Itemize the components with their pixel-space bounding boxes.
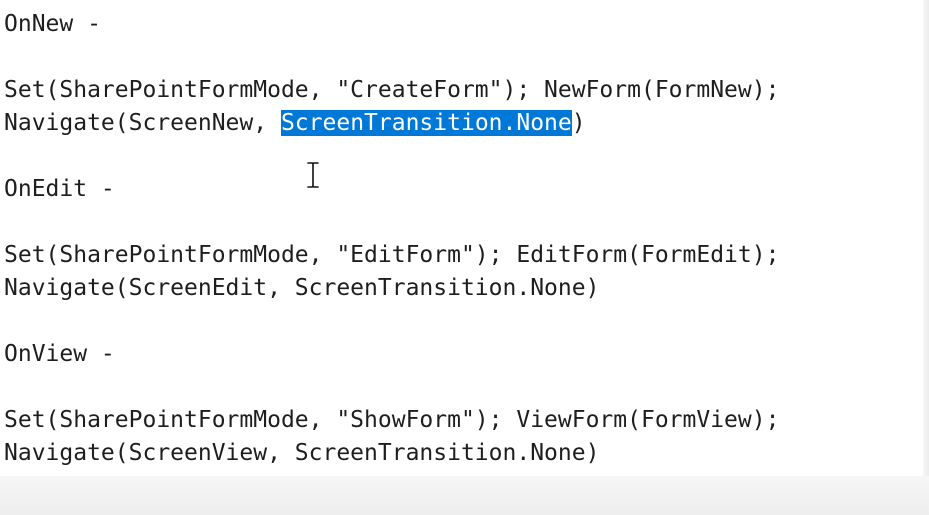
code-line-onview-header[interactable]: OnView - [4,338,115,371]
code-line-onedit-navigate[interactable]: Navigate(ScreenEdit, ScreenTransition.No… [4,272,599,305]
code-line-onview-navigate[interactable]: Navigate(ScreenView, ScreenTransition.No… [4,437,599,470]
selected-text[interactable]: ScreenTransition.None [280,110,572,136]
code-text: ) [571,110,586,136]
code-text: Navigate(ScreenNew, [4,110,281,136]
code-editor[interactable]: OnNew - Set(SharePointFormMode, "CreateF… [0,0,929,515]
i-beam-cursor-icon [306,162,320,188]
editor-bottom-bar [0,476,929,515]
code-line-onnew-header[interactable]: OnNew - [4,8,101,41]
code-line-onedit-header[interactable]: OnEdit - [4,173,115,206]
code-line-onview-set[interactable]: Set(SharePointFormMode, "ShowForm"); Vie… [4,404,779,437]
code-line-onnew-navigate[interactable]: Navigate(ScreenNew, ScreenTransition.Non… [4,107,586,140]
code-line-onnew-set[interactable]: Set(SharePointFormMode, "CreateForm"); N… [4,74,779,107]
code-line-onedit-set[interactable]: Set(SharePointFormMode, "EditForm"); Edi… [4,239,779,272]
editor-right-edge [923,0,929,515]
